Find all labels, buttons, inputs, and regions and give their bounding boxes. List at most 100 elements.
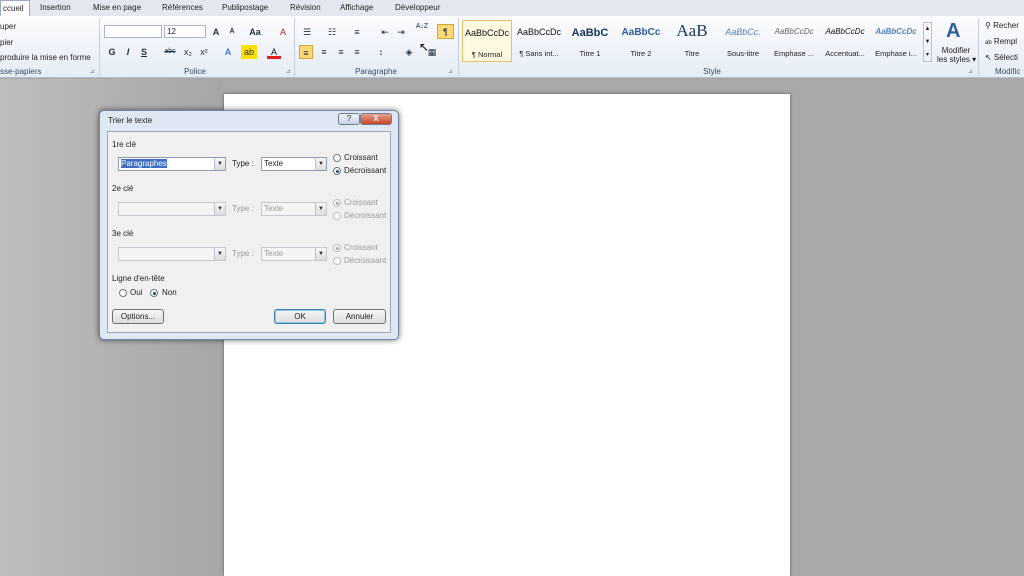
style-sample: AaBbCcDc: [774, 27, 814, 36]
change-case-button[interactable]: Aa: [246, 25, 264, 39]
clear-format-button[interactable]: A: [276, 25, 290, 39]
key2-field-select[interactable]: ▼: [118, 202, 226, 216]
key3-type-select[interactable]: Texte ▼: [261, 247, 327, 261]
font-color-button[interactable]: A: [267, 45, 281, 59]
bullets-icon[interactable]: ☰: [300, 25, 314, 39]
header-row-label: Ligne d'en-tête: [112, 274, 165, 283]
style-emphasis[interactable]: AaBbCcDc Accentuat...: [820, 20, 870, 62]
tab-insertion[interactable]: Insertion: [40, 2, 71, 16]
show-marks-button[interactable]: ¶: [437, 24, 454, 39]
subscript-button[interactable]: x₂: [181, 45, 195, 59]
justify-icon[interactable]: ≡: [350, 45, 364, 59]
shrink-font-button[interactable]: A: [225, 25, 239, 39]
tab-references[interactable]: Références: [162, 2, 203, 16]
format-painter-button[interactable]: produire la mise en forme: [0, 53, 91, 62]
chevron-down-icon[interactable]: ▼: [315, 248, 326, 260]
tab-revision[interactable]: Révision: [290, 2, 321, 16]
tab-mise-en-page[interactable]: Mise en page: [93, 2, 141, 16]
style-subtitle[interactable]: AaBbCc. Sous-titre: [718, 20, 768, 62]
key3-descending-radio[interactable]: [333, 257, 341, 265]
text-effects-button[interactable]: A: [221, 45, 235, 59]
underline-button[interactable]: S: [137, 45, 151, 59]
tab-developpeur[interactable]: Développeur: [395, 2, 440, 16]
chevron-down-icon[interactable]: ▼: [315, 203, 326, 215]
key3-descending-label[interactable]: Décroissant: [344, 256, 386, 265]
style-heading-1[interactable]: AaBbC Titre 1: [565, 20, 615, 62]
options-button[interactable]: Options...: [112, 309, 164, 324]
style-name: Emphase i...: [875, 49, 917, 58]
close-button[interactable]: X: [360, 113, 392, 125]
change-styles-button[interactable]: Modifier les styles ▾: [937, 46, 976, 64]
chevron-down-icon[interactable]: ▼: [315, 158, 326, 170]
header-yes-label[interactable]: Oui: [130, 288, 142, 297]
header-yes-radio[interactable]: [119, 289, 127, 297]
increase-indent-icon[interactable]: ⇥: [394, 25, 408, 39]
key2-ascending-radio[interactable]: [333, 199, 341, 207]
clipboard-launcher-icon[interactable]: ⊿: [90, 68, 95, 75]
key1-ascending-label[interactable]: Croissant: [344, 153, 378, 162]
align-center-icon[interactable]: ≡: [317, 45, 331, 59]
key3-field-select[interactable]: ▼: [118, 247, 226, 261]
styles-launcher-icon[interactable]: ⊿: [968, 68, 973, 75]
style-heading-2[interactable]: AaBbCc Titre 2: [616, 20, 666, 62]
numbering-icon[interactable]: ☷: [325, 25, 339, 39]
key1-ascending-radio[interactable]: [333, 154, 341, 162]
key3-type-label: Type :: [232, 249, 254, 258]
key3-ascending-radio[interactable]: [333, 244, 341, 252]
line-spacing-icon[interactable]: ↕: [374, 45, 388, 59]
cut-button[interactable]: uper: [0, 22, 16, 31]
style-normal[interactable]: AaBbCcDc ¶ Normal: [462, 20, 512, 62]
multilevel-list-icon[interactable]: ≡: [350, 25, 364, 39]
font-name-input[interactable]: [104, 25, 162, 38]
tab-affichage[interactable]: Affichage: [340, 2, 373, 16]
key2-descending-radio[interactable]: [333, 212, 341, 220]
strikethrough-button[interactable]: abc: [161, 45, 179, 59]
chevron-down-icon[interactable]: ▼: [214, 158, 225, 170]
cancel-button[interactable]: Annuler: [333, 309, 386, 324]
bold-button[interactable]: G: [105, 45, 119, 59]
style-sample: AaBbCc.: [725, 27, 761, 37]
style-name: Accentuat...: [825, 49, 865, 58]
tab-accueil[interactable]: ccueil: [0, 0, 31, 17]
font-size-input[interactable]: 12: [164, 25, 206, 38]
style-sample: AaBbCcDc: [464, 28, 509, 38]
highlight-button[interactable]: ab: [241, 45, 257, 59]
key2-descending-label[interactable]: Décroissant: [344, 211, 386, 220]
header-no-radio[interactable]: [150, 289, 158, 297]
style-subtle-emphasis[interactable]: AaBbCcDc Emphase ...: [769, 20, 819, 62]
tab-publipostage[interactable]: Publipostage: [222, 2, 268, 16]
copy-button[interactable]: pier: [0, 38, 13, 47]
style-title[interactable]: AaB Titre: [667, 20, 717, 62]
ok-button[interactable]: OK: [274, 309, 326, 324]
select-button[interactable]: ↖ Sélecti: [985, 53, 1018, 62]
superscript-button[interactable]: x²: [197, 45, 211, 59]
chevron-down-icon[interactable]: ▼: [214, 248, 225, 260]
align-left-icon[interactable]: ≡: [299, 45, 313, 59]
key2-type-select[interactable]: Texte ▼: [261, 202, 327, 216]
find-button[interactable]: ⚲ Recher: [985, 21, 1019, 30]
font-launcher-icon[interactable]: ⊿: [286, 68, 291, 75]
paragraph-launcher-icon[interactable]: ⊿: [448, 68, 453, 75]
style-no-spacing[interactable]: AaBbCcDc ¶ Sans int...: [514, 20, 564, 62]
chevron-down-icon[interactable]: ▼: [214, 203, 225, 215]
sort-button[interactable]: A↓Z: [414, 23, 430, 37]
key1-field-select[interactable]: Paragraphes ▼: [118, 157, 226, 171]
header-no-label[interactable]: Non: [162, 288, 177, 297]
grow-font-button[interactable]: A: [209, 25, 223, 39]
align-right-icon[interactable]: ≡: [334, 45, 348, 59]
key3-ascending-label[interactable]: Croissant: [344, 243, 378, 252]
style-sample: AaBbC: [571, 27, 609, 39]
decrease-indent-icon[interactable]: ⇤: [378, 25, 392, 39]
style-intense-emphasis[interactable]: AaBbCcDc Emphase i...: [871, 20, 921, 62]
replace-button[interactable]: ab Rempl: [985, 37, 1017, 46]
styles-scroll-icon[interactable]: ▲ ▼ ▾: [923, 22, 932, 62]
key1-descending-radio[interactable]: [333, 167, 341, 175]
italic-button[interactable]: I: [121, 45, 135, 59]
replace-icon: ab: [985, 40, 992, 46]
help-button[interactable]: ?: [338, 113, 360, 125]
change-styles-icon[interactable]: A: [946, 20, 960, 43]
shading-icon[interactable]: ◈: [402, 45, 416, 59]
key1-type-select[interactable]: Texte ▼: [261, 157, 327, 171]
key1-descending-label[interactable]: Décroissant: [344, 166, 386, 175]
key2-ascending-label[interactable]: Croissant: [344, 198, 378, 207]
